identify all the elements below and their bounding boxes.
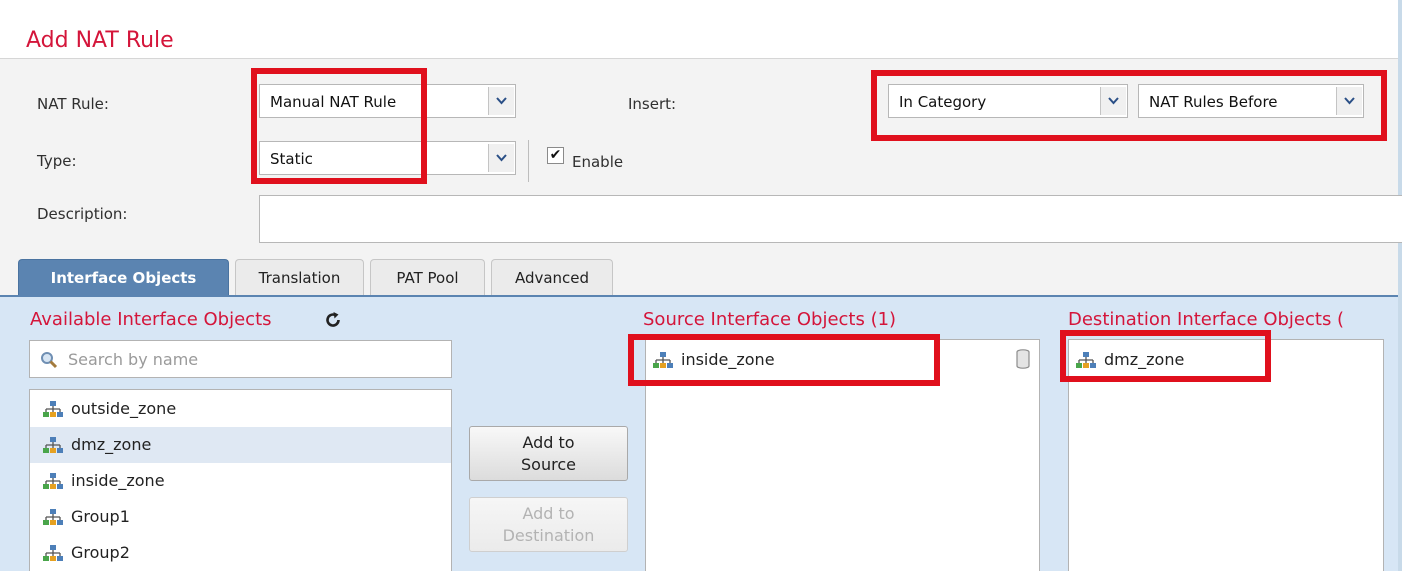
type-label: Type: xyxy=(37,152,77,170)
tab-advanced[interactable]: Advanced xyxy=(491,259,613,295)
list-item[interactable]: Group1 xyxy=(30,499,451,535)
insert-position-value: NAT Rules Before xyxy=(1149,93,1278,111)
list-item-label: Group2 xyxy=(71,543,130,562)
chevron-down-icon[interactable] xyxy=(488,87,514,115)
network-zone-icon xyxy=(653,352,673,368)
available-interface-list: outside_zone dmz_zone inside_zone Group1… xyxy=(29,389,452,571)
network-zone-icon xyxy=(43,509,63,525)
trash-icon[interactable] xyxy=(1016,349,1030,369)
add-nat-rule-dialog: Add NAT Rule NAT Rule: Manual NAT Rule I… xyxy=(0,0,1402,571)
destination-interface-list: dmz_zone xyxy=(1068,339,1384,571)
destination-zone-label: dmz_zone xyxy=(1104,350,1185,369)
source-interface-objects-title: Source Interface Objects (1) xyxy=(643,309,897,330)
network-zone-icon xyxy=(43,437,63,453)
add-to-source-line2: Source xyxy=(521,455,576,474)
insert-label: Insert: xyxy=(628,95,677,113)
search-icon xyxy=(41,352,58,369)
chevron-down-icon[interactable] xyxy=(1336,87,1362,115)
add-to-destination-line2: Destination xyxy=(502,526,595,545)
dialog-title: Add NAT Rule xyxy=(26,28,174,53)
separator xyxy=(528,140,529,182)
chevron-down-icon[interactable] xyxy=(488,144,514,172)
refresh-icon[interactable] xyxy=(324,311,342,329)
add-to-source-line1: Add to xyxy=(522,433,575,452)
search-placeholder: Search by name xyxy=(68,350,199,369)
tab-translation[interactable]: Translation xyxy=(235,259,364,295)
network-zone-icon xyxy=(43,473,63,489)
source-interface-list: inside_zone xyxy=(645,339,1040,571)
list-item-label: inside_zone xyxy=(71,471,165,490)
available-interface-objects-title: Available Interface Objects xyxy=(30,309,272,330)
description-input[interactable] xyxy=(259,195,1402,243)
insert-position-select[interactable]: NAT Rules Before xyxy=(1138,84,1364,118)
list-item[interactable]: inside_zone xyxy=(30,463,451,499)
nat-rule-label: NAT Rule: xyxy=(37,95,109,113)
add-to-destination-line1: Add to xyxy=(522,504,575,523)
insert-category-value: In Category xyxy=(899,93,987,111)
list-item[interactable]: dmz_zone xyxy=(30,427,451,463)
enable-label: Enable xyxy=(572,153,624,171)
dialog-border xyxy=(1398,0,1402,571)
add-to-source-button[interactable]: Add to Source xyxy=(469,426,628,481)
network-zone-icon xyxy=(43,401,63,417)
network-zone-icon xyxy=(43,545,63,561)
source-zone-item[interactable]: inside_zone xyxy=(646,342,1026,378)
destination-zone-item[interactable]: dmz_zone xyxy=(1069,342,1369,378)
type-value: Static xyxy=(270,150,313,168)
dialog-titlebar: Add NAT Rule xyxy=(0,0,1398,59)
destination-interface-objects-title: Destination Interface Objects ( xyxy=(1068,309,1345,330)
chevron-down-icon[interactable] xyxy=(1100,87,1126,115)
list-item-label: dmz_zone xyxy=(71,435,152,454)
tab-interface-objects[interactable]: Interface Objects xyxy=(18,259,229,295)
enable-checkbox[interactable]: ✔ xyxy=(547,147,564,164)
nat-rule-value: Manual NAT Rule xyxy=(270,93,397,111)
nat-rule-select[interactable]: Manual NAT Rule xyxy=(259,84,516,118)
list-item[interactable]: outside_zone xyxy=(30,391,451,427)
search-input[interactable]: Search by name xyxy=(29,340,452,378)
description-label: Description: xyxy=(37,205,128,223)
type-select[interactable]: Static xyxy=(259,141,516,175)
source-zone-label: inside_zone xyxy=(681,350,775,369)
network-zone-icon xyxy=(1076,352,1096,368)
tab-pat-pool[interactable]: PAT Pool xyxy=(370,259,485,295)
list-item[interactable]: Group2 xyxy=(30,535,451,571)
add-to-destination-button[interactable]: Add to Destination xyxy=(469,497,628,552)
list-item-label: outside_zone xyxy=(71,399,177,418)
list-item-label: Group1 xyxy=(71,507,130,526)
insert-category-select[interactable]: In Category xyxy=(888,84,1128,118)
